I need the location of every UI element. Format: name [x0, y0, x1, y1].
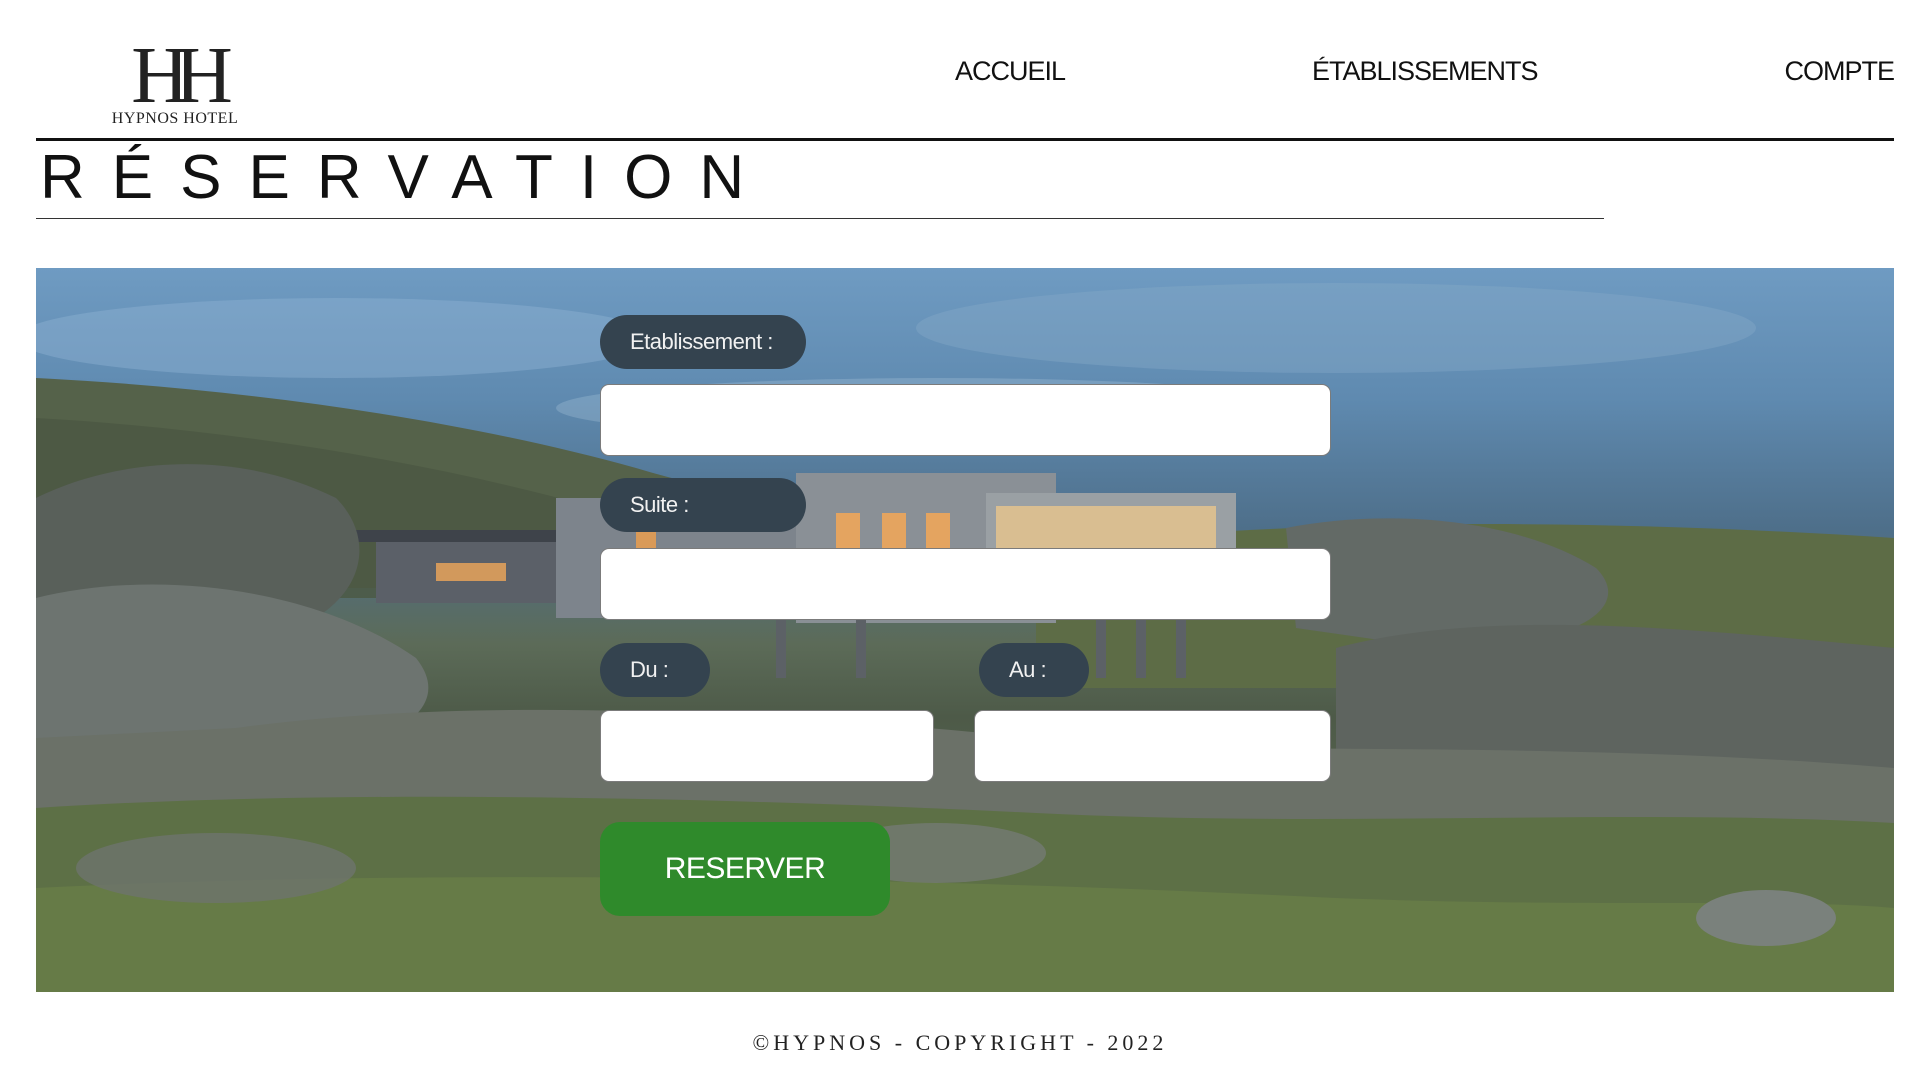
du-label: Du : — [600, 643, 710, 697]
nav-accueil[interactable]: ACCUEIL — [955, 56, 1066, 87]
logo-text: HYPNOS HOTEL — [111, 110, 239, 127]
suite-field[interactable] — [600, 548, 1331, 620]
date-au-field[interactable] — [974, 710, 1331, 782]
date-du-field[interactable] — [600, 710, 934, 782]
landscape-illustration — [36, 283, 1894, 992]
au-label: Au : — [979, 643, 1089, 697]
footer-copyright: ©HYPNOS - COPYRIGHT - 2022 — [752, 1030, 1168, 1055]
header-divider — [36, 138, 1894, 141]
title-divider — [36, 218, 1604, 219]
reserver-button[interactable]: RESERVER — [600, 822, 890, 916]
nav-compte[interactable]: COMPTE — [1784, 56, 1895, 87]
suite-label: Suite : — [600, 478, 806, 532]
logo-mark: HH — [131, 32, 233, 120]
page-title: RÉSERVATION — [40, 143, 772, 212]
hotel-logo[interactable]: HH HYPNOS HOTEL — [100, 36, 250, 130]
nav-etablissements[interactable]: ÉTABLISSEMENTS — [1312, 56, 1539, 87]
etablissement-field[interactable] — [600, 384, 1331, 456]
hero-landscape-image: Etablissement : Suite : Du : Au : RESERV… — [36, 268, 1894, 992]
etablissement-label: Etablissement : — [600, 315, 806, 369]
